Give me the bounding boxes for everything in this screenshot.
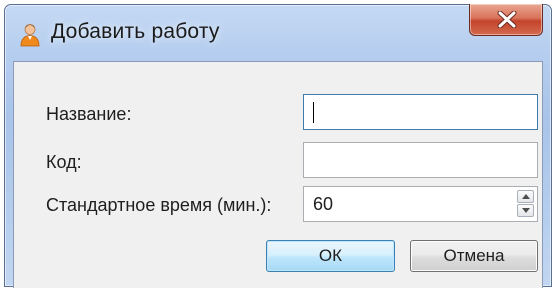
- standard-time-label: Стандартное время (мин.):: [46, 195, 272, 215]
- name-input[interactable]: [303, 94, 538, 130]
- standard-time-spinbox[interactable]: 60: [303, 186, 538, 222]
- user-icon: [19, 23, 41, 47]
- code-label: Код:: [46, 152, 82, 172]
- spin-up-button[interactable]: [517, 190, 534, 203]
- name-label: Название:: [46, 104, 132, 124]
- title-bar[interactable]: Добавить работу: [5, 4, 551, 61]
- standard-time-value: 60: [313, 194, 334, 214]
- code-input[interactable]: [303, 142, 538, 178]
- dialog-body: Название: Код: Стандартное время (мин.):…: [13, 61, 543, 288]
- close-button[interactable]: [469, 4, 543, 36]
- cancel-button[interactable]: Отмена: [410, 240, 538, 272]
- spin-down-button[interactable]: [517, 204, 534, 217]
- dialog-window: Добавить работу Название: Код: Стандартн…: [4, 4, 552, 288]
- text-caret: [313, 102, 314, 123]
- window-title: Добавить работу: [51, 20, 220, 43]
- ok-button[interactable]: ОК: [266, 240, 395, 272]
- spin-control: [517, 190, 534, 218]
